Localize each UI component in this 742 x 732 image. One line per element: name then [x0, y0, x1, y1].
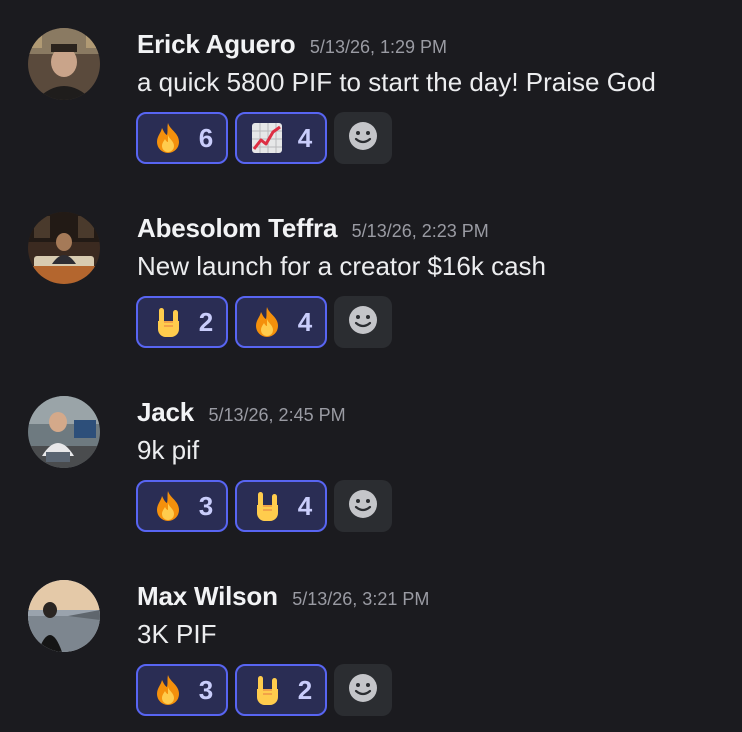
avatar[interactable]: [28, 580, 100, 652]
avatar[interactable]: [28, 212, 100, 284]
timestamp[interactable]: 5/13/26, 2:45 PM: [209, 405, 346, 425]
sign-of-horns-emoji-icon: [250, 673, 284, 707]
add-reaction-button[interactable]: [334, 112, 392, 164]
reaction-count: 4: [297, 306, 313, 337]
reaction-count: 4: [297, 122, 313, 153]
message-content: 9k pif: [137, 435, 200, 465]
add-reaction-button[interactable]: [334, 296, 392, 348]
username[interactable]: Erick Aguero: [137, 29, 296, 59]
timestamp[interactable]: 5/13/26, 2:23 PM: [352, 221, 489, 241]
fire-emoji-icon: [151, 121, 185, 155]
reaction-button[interactable]: 6: [136, 112, 228, 164]
message-item[interactable]: Jack 5/13/26, 2:45 PM 9k pif 3 4: [0, 396, 742, 566]
reaction-button[interactable]: 4: [235, 296, 327, 348]
reaction-button[interactable]: 2: [235, 664, 327, 716]
reaction-count: 3: [198, 490, 214, 521]
fire-emoji-icon: [151, 489, 185, 523]
smiley-add-reaction-icon: [347, 120, 379, 157]
reaction-bar: 6 4: [136, 112, 392, 164]
message-header: Max Wilson 5/13/26, 3:21 PM: [137, 581, 429, 616]
chart-increasing-emoji-icon: [250, 121, 284, 155]
message-content: a quick 5800 PIF to start the day! Prais…: [137, 67, 656, 97]
reaction-bar: 3 2: [136, 664, 392, 716]
smiley-add-reaction-icon: [347, 304, 379, 341]
message-content: 3K PIF: [137, 619, 217, 649]
reaction-count: 3: [198, 674, 214, 705]
fire-emoji-icon: [151, 673, 185, 707]
reaction-bar: 3 4: [136, 480, 392, 532]
timestamp[interactable]: 5/13/26, 1:29 PM: [310, 37, 447, 57]
reaction-button[interactable]: 3: [136, 664, 228, 716]
reaction-button[interactable]: 4: [235, 480, 327, 532]
message-content: New launch for a creator $16k cash: [137, 251, 546, 281]
message-item[interactable]: Max Wilson 5/13/26, 3:21 PM 3K PIF 3 2: [0, 580, 742, 732]
reaction-count: 4: [297, 490, 313, 521]
sign-of-horns-emoji-icon: [151, 305, 185, 339]
sign-of-horns-emoji-icon: [250, 489, 284, 523]
reaction-button[interactable]: 3: [136, 480, 228, 532]
reaction-count: 2: [297, 674, 313, 705]
avatar[interactable]: [28, 396, 100, 468]
avatar[interactable]: [28, 28, 100, 100]
message-header: Erick Aguero 5/13/26, 1:29 PM: [137, 29, 447, 64]
username[interactable]: Jack: [137, 397, 194, 427]
smiley-add-reaction-icon: [347, 488, 379, 525]
message-item[interactable]: Erick Aguero 5/13/26, 1:29 PM a quick 58…: [0, 28, 742, 198]
message-item[interactable]: Abesolom Teffra 5/13/26, 2:23 PM New lau…: [0, 212, 742, 382]
reaction-bar: 2 4: [136, 296, 392, 348]
smiley-add-reaction-icon: [347, 672, 379, 709]
add-reaction-button[interactable]: [334, 480, 392, 532]
message-list: Erick Aguero 5/13/26, 1:29 PM a quick 58…: [0, 0, 742, 732]
username[interactable]: Abesolom Teffra: [137, 213, 337, 243]
reaction-count: 2: [198, 306, 214, 337]
username[interactable]: Max Wilson: [137, 581, 278, 611]
add-reaction-button[interactable]: [334, 664, 392, 716]
fire-emoji-icon: [250, 305, 284, 339]
message-header: Jack 5/13/26, 2:45 PM: [137, 397, 346, 432]
reaction-button[interactable]: 4: [235, 112, 327, 164]
reaction-count: 6: [198, 122, 214, 153]
reaction-button[interactable]: 2: [136, 296, 228, 348]
message-header: Abesolom Teffra 5/13/26, 2:23 PM: [137, 213, 489, 248]
timestamp[interactable]: 5/13/26, 3:21 PM: [292, 589, 429, 609]
